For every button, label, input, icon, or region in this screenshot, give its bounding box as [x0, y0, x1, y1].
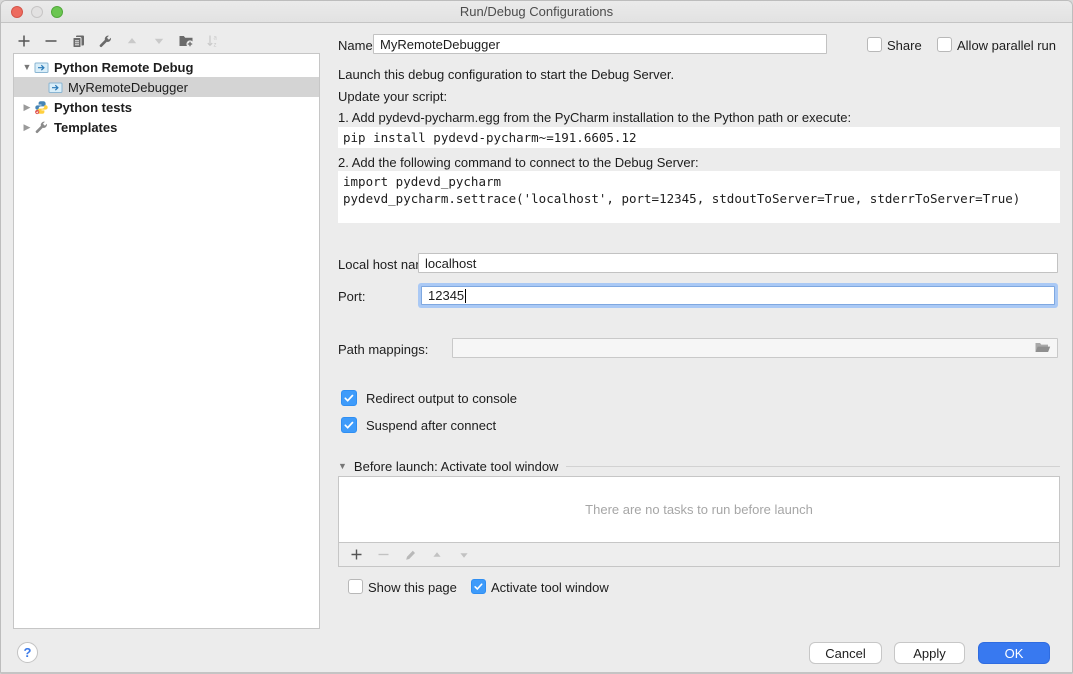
svg-text:a: a [214, 36, 218, 42]
suspend-after-connect-checkbox[interactable] [341, 417, 357, 433]
activate-tool-window-checkbox[interactable] [471, 579, 486, 594]
tree-item-label: Python Remote Debug [54, 60, 193, 75]
help-button[interactable]: ? [17, 642, 38, 663]
tree-item-python-remote-debug[interactable]: ▼ Python Remote Debug [14, 57, 319, 77]
before-launch-task-list[interactable]: There are no tasks to run before launch [338, 476, 1060, 543]
minus-icon [377, 548, 390, 561]
wrench-icon [98, 34, 113, 49]
tree-item-python-tests[interactable]: ▶ Python tests [14, 97, 319, 117]
cancel-button[interactable]: Cancel [809, 642, 882, 664]
suspend-after-connect-label: Suspend after connect [366, 418, 496, 433]
add-task-button[interactable] [349, 548, 363, 562]
name-label: Name: [338, 38, 376, 53]
plus-icon [350, 548, 363, 561]
instruction-line-2: Update your script: [338, 89, 447, 104]
python-tests-icon [34, 100, 49, 115]
instruction-step-1: 1. Add pydevd-pycharm.egg from the PyCha… [338, 110, 851, 125]
port-input[interactable]: 12345 [421, 286, 1055, 305]
path-mappings-label: Path mappings: [338, 342, 428, 357]
pip-install-code-block: pip install pydevd-pycharm~=191.6605.12 [338, 127, 1060, 148]
arrow-up-icon [431, 549, 443, 561]
tree-item-label: Templates [54, 120, 117, 135]
arrow-down-icon [152, 34, 166, 48]
chevron-collapsed-icon[interactable]: ▶ [20, 122, 34, 133]
plus-icon [17, 34, 31, 48]
chevron-collapsed-icon[interactable]: ▶ [20, 102, 34, 113]
checkmark-icon [343, 392, 355, 404]
move-task-down-button [457, 548, 471, 562]
move-task-up-button [430, 548, 444, 562]
text-caret [465, 289, 466, 303]
question-mark-icon: ? [24, 645, 32, 660]
settrace-code-line-2: pydevd_pycharm.settrace('localhost', por… [343, 190, 1055, 207]
activate-tool-window-label: Activate tool window [491, 580, 609, 595]
section-divider [566, 466, 1060, 467]
move-up-button [124, 33, 140, 49]
copy-configuration-button[interactable] [70, 33, 86, 49]
redirect-output-checkbox[interactable] [341, 390, 357, 406]
checkmark-icon [343, 419, 355, 431]
tree-item-label: MyRemoteDebugger [68, 80, 188, 95]
edit-defaults-button[interactable] [97, 33, 113, 49]
local-host-name-value: localhost [425, 256, 476, 271]
tree-item-label: Python tests [54, 100, 132, 115]
share-checkbox[interactable] [867, 37, 882, 52]
allow-parallel-run-checkbox[interactable] [937, 37, 952, 52]
remove-configuration-button[interactable] [43, 33, 59, 49]
apply-button[interactable]: Apply [894, 642, 965, 664]
task-list-toolbar [338, 543, 1060, 567]
show-this-page-checkbox[interactable] [348, 579, 363, 594]
sort-az-icon: az [205, 33, 221, 49]
port-value: 12345 [428, 288, 464, 303]
svg-text:z: z [214, 43, 217, 49]
run-debug-configurations-dialog: Run/Debug Configurations az ▼ [0, 0, 1073, 674]
chevron-expanded-icon[interactable]: ▼ [20, 62, 34, 72]
before-launch-title: Before launch: Activate tool window [354, 459, 559, 474]
edit-task-button [403, 548, 417, 562]
configurations-tree: ▼ Python Remote Debug MyRemoteDebugger ▶… [13, 53, 320, 629]
port-label: Port: [338, 289, 365, 304]
checkmark-icon [473, 581, 484, 592]
settrace-code-line-1: import pydevd_pycharm [343, 173, 1055, 190]
local-host-name-input[interactable]: localhost [418, 253, 1058, 273]
tree-item-myremotedebugger[interactable]: MyRemoteDebugger [14, 77, 319, 97]
move-down-button [151, 33, 167, 49]
ok-button[interactable]: OK [978, 642, 1050, 664]
show-this-page-label: Show this page [368, 580, 457, 595]
remote-debug-icon [48, 80, 63, 95]
name-input-value: MyRemoteDebugger [380, 37, 500, 52]
instruction-line-1: Launch this debug configuration to start… [338, 67, 674, 82]
arrow-down-icon [458, 549, 470, 561]
settrace-code-block: import pydevd_pycharm pydevd_pycharm.set… [338, 171, 1060, 223]
minus-icon [44, 34, 58, 48]
arrow-up-icon [125, 34, 139, 48]
tree-item-templates[interactable]: ▶ Templates [14, 117, 319, 137]
create-folder-button[interactable] [178, 33, 194, 49]
before-launch-section-header[interactable]: ▼ Before launch: Activate tool window [338, 458, 1060, 474]
configurations-toolbar: az [16, 33, 221, 49]
instruction-step-2: 2. Add the following command to connect … [338, 155, 699, 170]
path-mappings-input[interactable] [452, 338, 1058, 358]
name-input[interactable]: MyRemoteDebugger [373, 34, 827, 54]
folder-add-icon [178, 33, 194, 49]
sort-configurations-button: az [205, 33, 221, 49]
copy-icon [71, 34, 86, 49]
titlebar: Run/Debug Configurations [1, 1, 1072, 23]
remove-task-button [376, 548, 390, 562]
empty-task-list-text: There are no tasks to run before launch [585, 502, 813, 517]
redirect-output-label: Redirect output to console [366, 391, 517, 406]
wrench-icon [34, 120, 49, 135]
remote-debug-icon [34, 60, 49, 75]
allow-parallel-run-label: Allow parallel run [957, 38, 1056, 53]
add-configuration-button[interactable] [16, 33, 32, 49]
pip-install-command: pip install pydevd-pycharm~=191.6605.12 [343, 129, 1055, 146]
pencil-icon [404, 548, 417, 561]
window-title: Run/Debug Configurations [1, 4, 1072, 19]
section-collapse-icon[interactable]: ▼ [338, 461, 347, 471]
share-label: Share [887, 38, 922, 53]
browse-folder-icon[interactable] [1034, 341, 1051, 355]
